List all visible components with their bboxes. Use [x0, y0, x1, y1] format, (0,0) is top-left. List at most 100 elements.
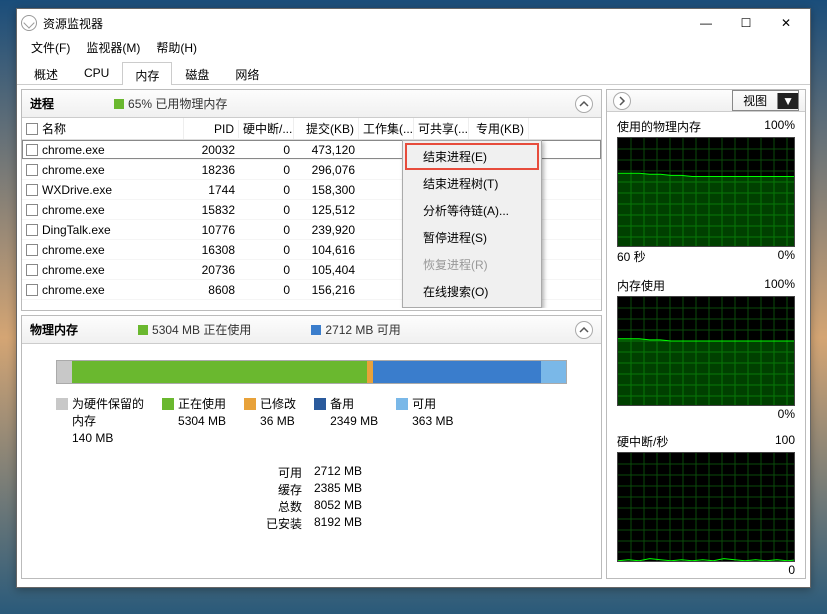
- process-hard-faults: 0: [239, 142, 294, 158]
- context-menu: 结束进程(E) 结束进程树(T) 分析等待链(A)... 暂停进程(S) 恢复进…: [402, 140, 542, 308]
- menu-analyze-wait-chain[interactable]: 分析等待链(A)...: [405, 197, 539, 224]
- stat-label: 缓存: [252, 481, 302, 498]
- row-checkbox[interactable]: [26, 244, 38, 256]
- app-icon: [21, 15, 37, 31]
- process-hard-faults: 0: [239, 282, 294, 298]
- col-commit[interactable]: 提交(KB): [294, 118, 359, 139]
- collapse-button[interactable]: [575, 95, 593, 113]
- tab-disk[interactable]: 磁盘: [172, 61, 222, 84]
- legend-item: 已修改36 MB: [244, 396, 296, 446]
- memory-bar-segment: [72, 361, 367, 383]
- physical-memory-title: 物理内存: [30, 321, 78, 338]
- process-commit: 158,300: [294, 182, 359, 198]
- physical-memory-panel: 物理内存 5304 MB 正在使用 2712 MB 可用 为硬件保留的内存140…: [21, 315, 602, 579]
- col-shareable[interactable]: 可共享(...: [414, 118, 469, 139]
- maximize-button[interactable]: ☐: [726, 9, 766, 37]
- stat-label: 可用: [252, 464, 302, 481]
- menu-resume-process: 恢复进程(R): [405, 251, 539, 278]
- process-panel-header[interactable]: 进程 65% 已用物理内存: [22, 90, 601, 118]
- process-pid: 16308: [184, 242, 239, 258]
- tab-overview[interactable]: 概述: [21, 61, 71, 84]
- right-pane: 视图 ▼ 使用的物理内存100%60 秒0%内存使用100%0%硬中断/秒100…: [606, 89, 806, 579]
- col-hard-faults[interactable]: 硬中断/...: [239, 118, 294, 139]
- process-name: chrome.exe: [42, 143, 105, 157]
- physical-memory-header[interactable]: 物理内存 5304 MB 正在使用 2712 MB 可用: [22, 316, 601, 344]
- memory-bar: [56, 360, 567, 384]
- process-commit: 104,616: [294, 242, 359, 258]
- row-checkbox[interactable]: [26, 284, 38, 296]
- minimize-button[interactable]: —: [686, 9, 726, 37]
- process-commit: 156,216: [294, 282, 359, 298]
- stat-row: 总数8052 MB: [252, 498, 591, 515]
- legend-value: 2349 MB: [330, 413, 378, 430]
- legend-label: 可用: [412, 396, 453, 413]
- process-name: chrome.exe: [42, 203, 105, 217]
- close-button[interactable]: ✕: [766, 9, 806, 37]
- row-checkbox[interactable]: [26, 144, 38, 156]
- process-name: chrome.exe: [42, 283, 105, 297]
- menu-suspend-process[interactable]: 暂停进程(S): [405, 224, 539, 251]
- row-checkbox[interactable]: [26, 184, 38, 196]
- process-table-body[interactable]: chrome.exe200320473,1203chrome.exe182360…: [22, 140, 601, 308]
- process-pid: 10776: [184, 222, 239, 238]
- menu-file[interactable]: 文件(F): [23, 37, 78, 59]
- menu-end-process[interactable]: 结束进程(E): [405, 143, 539, 170]
- chart-canvas: [617, 452, 795, 562]
- process-commit: 105,404: [294, 262, 359, 278]
- stat-label: 总数: [252, 498, 302, 515]
- in-use-text: 5304 MB 正在使用: [152, 321, 251, 338]
- legend-swatch-icon: [162, 398, 174, 410]
- process-pid: 15832: [184, 202, 239, 218]
- chevron-up-icon: [579, 99, 589, 109]
- select-all-checkbox[interactable]: [26, 123, 38, 135]
- view-selector[interactable]: 视图 ▼: [732, 90, 799, 111]
- expand-button[interactable]: [613, 92, 631, 110]
- stat-value: 8192 MB: [314, 515, 362, 532]
- legend-item: 可用363 MB: [396, 396, 453, 446]
- legend-swatch-icon: [396, 398, 408, 410]
- row-checkbox[interactable]: [26, 164, 38, 176]
- chart-footer-right: 0%: [778, 407, 795, 421]
- charts-container: 使用的物理内存100%60 秒0%内存使用100%0%硬中断/秒1000: [607, 112, 805, 583]
- available-text: 2712 MB 可用: [325, 321, 400, 338]
- resource-monitor-window: 资源监视器 — ☐ ✕ 文件(F) 监视器(M) 帮助(H) 概述 CPU 内存…: [16, 8, 811, 588]
- chart-group: 硬中断/秒1000: [607, 427, 805, 583]
- menu-search-online[interactable]: 在线搜索(O): [405, 278, 539, 305]
- tab-cpu[interactable]: CPU: [71, 61, 122, 84]
- memory-legend: 为硬件保留的内存140 MB正在使用5304 MB已修改36 MB备用2349 …: [56, 396, 591, 446]
- memory-bar-segment: [373, 361, 541, 383]
- menu-end-process-tree[interactable]: 结束进程树(T): [405, 170, 539, 197]
- chart-footer-right: 0: [788, 563, 795, 577]
- legend-value: 363 MB: [412, 413, 453, 430]
- collapse-button[interactable]: [575, 321, 593, 339]
- chart-canvas: [617, 296, 795, 406]
- titlebar[interactable]: 资源监视器 — ☐ ✕: [17, 9, 810, 37]
- row-checkbox[interactable]: [26, 204, 38, 216]
- process-panel-title: 进程: [30, 95, 54, 112]
- tab-memory[interactable]: 内存: [122, 62, 172, 85]
- row-checkbox[interactable]: [26, 264, 38, 276]
- chart-group: 内存使用100%0%: [607, 271, 805, 427]
- legend-item: 备用2349 MB: [314, 396, 378, 446]
- col-working-set[interactable]: 工作集(...: [359, 118, 414, 139]
- menu-monitor[interactable]: 监视器(M): [78, 37, 148, 59]
- tab-network[interactable]: 网络: [222, 61, 272, 84]
- stat-label: 已安装: [252, 515, 302, 532]
- legend-label: 已修改: [260, 396, 296, 413]
- row-checkbox[interactable]: [26, 224, 38, 236]
- process-name: chrome.exe: [42, 263, 105, 277]
- process-hard-faults: 0: [239, 202, 294, 218]
- process-hard-faults: 0: [239, 242, 294, 258]
- tabbar: 概述 CPU 内存 磁盘 网络: [17, 59, 810, 85]
- col-private[interactable]: 专用(KB): [469, 118, 529, 139]
- menubar: 文件(F) 监视器(M) 帮助(H): [17, 37, 810, 59]
- legend-swatch-icon: [244, 398, 256, 410]
- available-indicator-icon: [311, 325, 321, 335]
- col-name[interactable]: 名称: [22, 118, 184, 139]
- col-pid[interactable]: PID: [184, 120, 239, 138]
- view-label: 视图: [733, 91, 777, 110]
- right-pane-header: 视图 ▼: [607, 90, 805, 112]
- process-pid: 1744: [184, 182, 239, 198]
- menu-help[interactable]: 帮助(H): [148, 37, 205, 59]
- memory-bar-segment: [57, 361, 72, 383]
